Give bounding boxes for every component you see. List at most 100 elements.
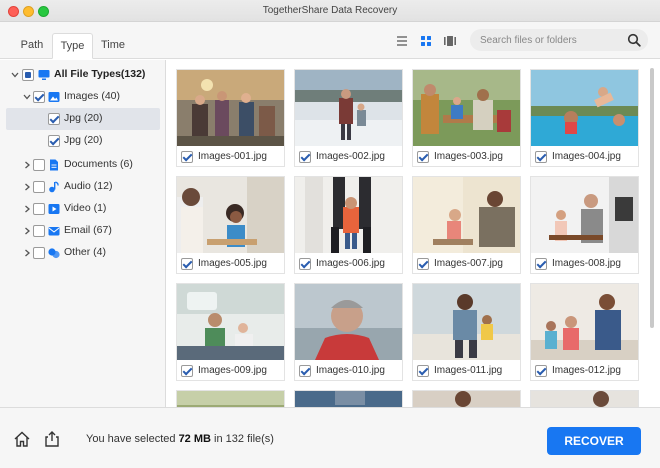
file-checkbox[interactable] — [299, 365, 311, 377]
grid-scrollbar[interactable] — [650, 68, 654, 328]
thumbnail-image — [177, 284, 284, 360]
chevron-right-icon[interactable] — [22, 182, 32, 192]
tree-item-audio[interactable]: Audio (12) — [0, 176, 166, 198]
file-card[interactable]: Images-008.jpg — [530, 176, 639, 274]
file-checkbox[interactable] — [535, 365, 547, 377]
checkbox-images[interactable] — [33, 91, 45, 103]
chevron-right-icon[interactable] — [22, 160, 32, 170]
tab-path[interactable]: Path — [12, 33, 52, 59]
filmstrip-view-icon[interactable] — [442, 33, 458, 49]
tree-label: Video (1) — [64, 202, 107, 214]
document-icon — [50, 159, 58, 171]
file-checkbox[interactable] — [299, 151, 311, 163]
search-input[interactable] — [480, 32, 620, 48]
file-card[interactable] — [294, 390, 403, 407]
chevron-down-icon[interactable] — [22, 92, 32, 102]
selected-count: 132 file(s) — [225, 433, 274, 445]
tree-label: Jpg (20) — [64, 112, 103, 124]
checkbox-audio[interactable] — [33, 181, 45, 193]
chevron-right-icon[interactable] — [22, 248, 32, 258]
thumbnail-image — [413, 70, 520, 146]
file-checkbox[interactable] — [299, 258, 311, 270]
footer-bar: You have selected 72 MB in 132 file(s) R… — [0, 407, 660, 468]
tree-item-video[interactable]: Video (1) — [0, 198, 166, 220]
selected-size: 72 MB — [178, 433, 211, 445]
file-caption: Images-007.jpg — [413, 254, 520, 274]
list-view-icon[interactable] — [394, 33, 410, 49]
file-card[interactable]: Images-009.jpg — [176, 283, 285, 381]
file-card[interactable] — [530, 390, 639, 407]
tree-item-other[interactable]: Other (4) — [0, 242, 166, 264]
thumbnail-image — [531, 70, 638, 146]
file-caption: Images-012.jpg — [531, 361, 638, 381]
checkbox-other[interactable] — [33, 247, 45, 259]
file-checkbox[interactable] — [417, 365, 429, 377]
file-card[interactable]: Images-001.jpg — [176, 69, 285, 167]
thumbnail-image — [413, 391, 520, 407]
file-checkbox[interactable] — [181, 151, 193, 163]
file-card[interactable]: Images-012.jpg — [530, 283, 639, 381]
chevron-right-icon[interactable] — [22, 226, 32, 236]
tree-item-all-file-types[interactable]: All File Types(132) — [0, 64, 166, 86]
chevron-down-icon[interactable] — [10, 70, 20, 80]
chevron-right-icon[interactable] — [22, 204, 32, 214]
image-icon — [48, 92, 60, 102]
file-checkbox[interactable] — [181, 365, 193, 377]
file-card[interactable]: Images-006.jpg — [294, 176, 403, 274]
file-checkbox[interactable] — [535, 151, 547, 163]
thumbnail-image — [295, 391, 402, 407]
file-card[interactable]: Images-010.jpg — [294, 283, 403, 381]
file-card[interactable]: Images-002.jpg — [294, 69, 403, 167]
grid-view-icon[interactable] — [418, 33, 434, 49]
file-caption: Images-004.jpg — [531, 147, 638, 167]
file-card[interactable]: Images-004.jpg — [530, 69, 639, 167]
tree-label: Other (4) — [64, 246, 107, 258]
file-name: Images-006.jpg — [316, 258, 385, 269]
audio-icon — [49, 181, 59, 193]
file-card[interactable] — [176, 390, 285, 407]
checkbox-jpg[interactable] — [48, 113, 60, 125]
home-icon[interactable] — [13, 430, 31, 448]
tree-item-documents[interactable]: Documents (6) — [0, 154, 166, 176]
tab-type[interactable]: Type — [52, 33, 93, 59]
file-card[interactable]: Images-007.jpg — [412, 176, 521, 274]
thumbnail-image — [177, 70, 284, 146]
thumbnail-image — [413, 177, 520, 253]
file-card[interactable] — [412, 390, 521, 407]
thumbnail-image — [177, 177, 284, 253]
toolbar: Path Type Time — [0, 22, 660, 59]
file-name: Images-002.jpg — [316, 151, 385, 162]
checkbox-all-file-types[interactable] — [22, 69, 34, 81]
tree-item-jpg[interactable]: Jpg (20) — [0, 130, 166, 152]
thumbnail-image — [295, 70, 402, 146]
monitor-icon — [38, 70, 50, 80]
tree-item-email[interactable]: Email (67) — [0, 220, 166, 242]
file-checkbox[interactable] — [181, 258, 193, 270]
search-icon[interactable] — [627, 33, 641, 47]
file-name: Images-011.jpg — [434, 365, 503, 376]
recover-button[interactable]: RECOVER — [547, 427, 641, 455]
tree-item-images[interactable]: Images (40) — [0, 86, 166, 108]
file-card[interactable]: Images-011.jpg — [412, 283, 521, 381]
checkbox-jpg[interactable] — [48, 135, 60, 147]
title-bar: TogetherShare Data Recovery — [0, 0, 660, 22]
file-checkbox[interactable] — [417, 151, 429, 163]
file-checkbox[interactable] — [535, 258, 547, 270]
file-name: Images-003.jpg — [434, 151, 503, 162]
status-prefix: You have selected — [86, 433, 176, 445]
tree-item-jpg[interactable]: Jpg (20) — [6, 108, 160, 130]
checkbox-video[interactable] — [33, 203, 45, 215]
file-card[interactable]: Images-005.jpg — [176, 176, 285, 274]
file-card[interactable]: Images-003.jpg — [412, 69, 521, 167]
share-icon[interactable] — [43, 430, 61, 448]
thumbnail-image — [295, 177, 402, 253]
checkbox-documents[interactable] — [33, 159, 45, 171]
file-caption: Images-003.jpg — [413, 147, 520, 167]
tree-label: Images (40) — [64, 90, 121, 102]
file-checkbox[interactable] — [417, 258, 429, 270]
file-caption: Images-010.jpg — [295, 361, 402, 381]
tab-time[interactable]: Time — [93, 33, 133, 59]
file-caption: Images-005.jpg — [177, 254, 284, 274]
search-box — [470, 29, 648, 51]
checkbox-email[interactable] — [33, 225, 45, 237]
